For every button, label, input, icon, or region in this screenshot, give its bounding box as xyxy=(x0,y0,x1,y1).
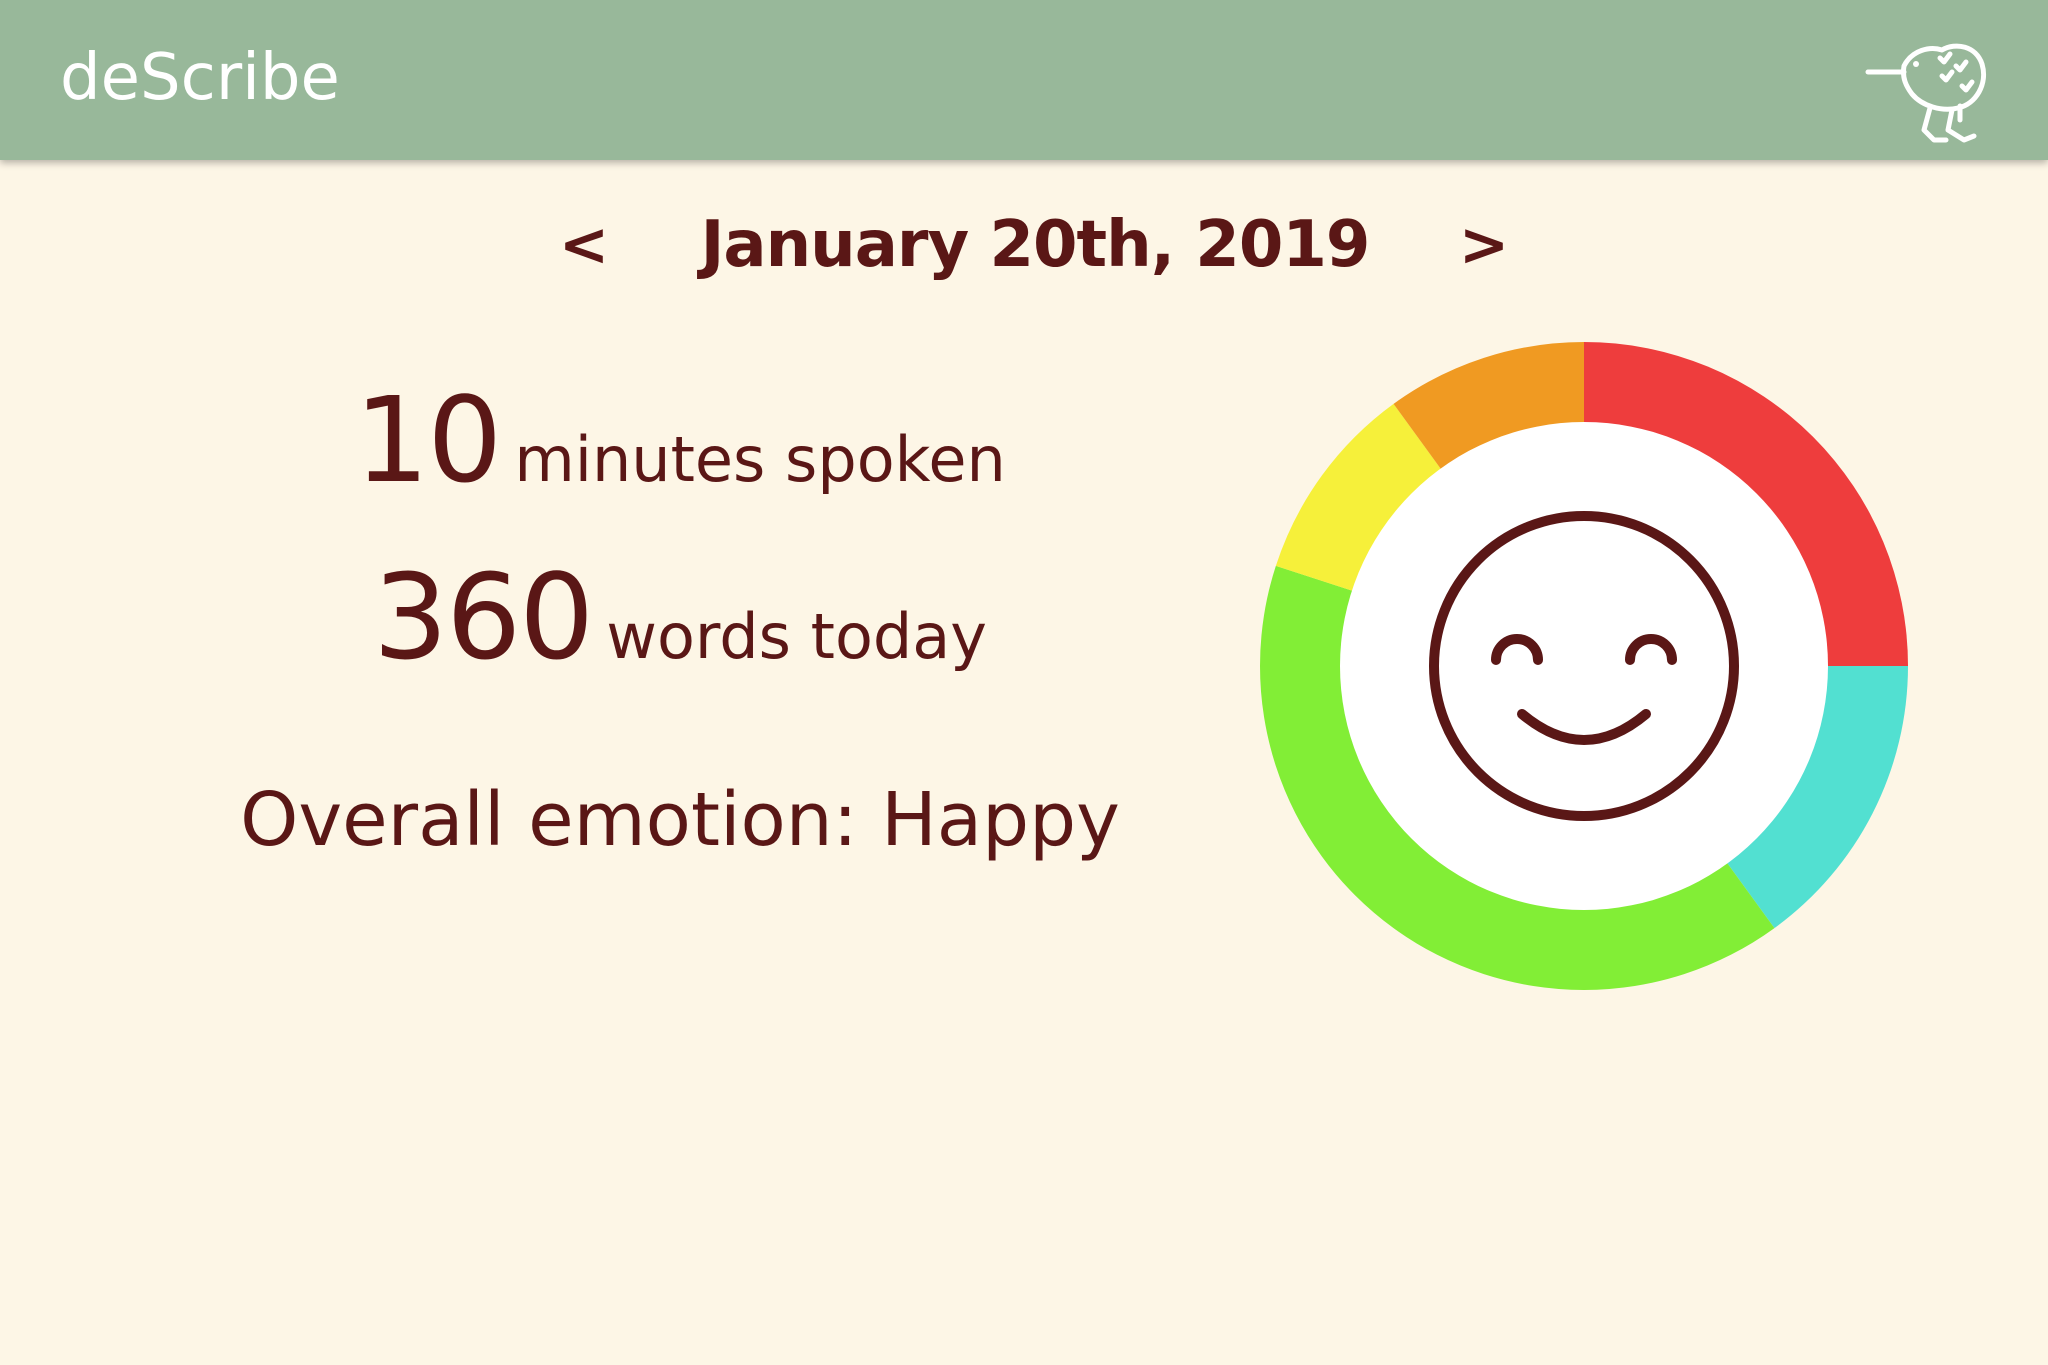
overall-emotion: Overall emotion: Happy xyxy=(240,777,1120,863)
current-date: January 20th, 2019 xyxy=(700,208,1371,282)
emotion-donut-chart xyxy=(1260,342,1908,991)
words-today-stat: 360 words today xyxy=(180,552,1180,702)
words-label: words today xyxy=(606,600,987,673)
emotion-donut-svg xyxy=(1260,342,1908,991)
previous-day-button[interactable]: < xyxy=(554,200,614,290)
app-title: deScribe xyxy=(60,41,340,115)
words-value: 360 xyxy=(373,548,594,686)
app-bar: deScribe xyxy=(0,0,2048,160)
next-day-button[interactable]: > xyxy=(1454,200,1514,290)
minutes-value: 10 xyxy=(354,371,502,509)
donut-hole xyxy=(1340,422,1828,910)
minutes-spoken-stat: 10 minutes spoken xyxy=(180,375,1180,525)
date-navigation: < January 20th, 2019 > xyxy=(0,200,2048,290)
minutes-label: minutes spoken xyxy=(514,423,1006,496)
kiwi-bird-icon[interactable] xyxy=(1864,36,1988,148)
